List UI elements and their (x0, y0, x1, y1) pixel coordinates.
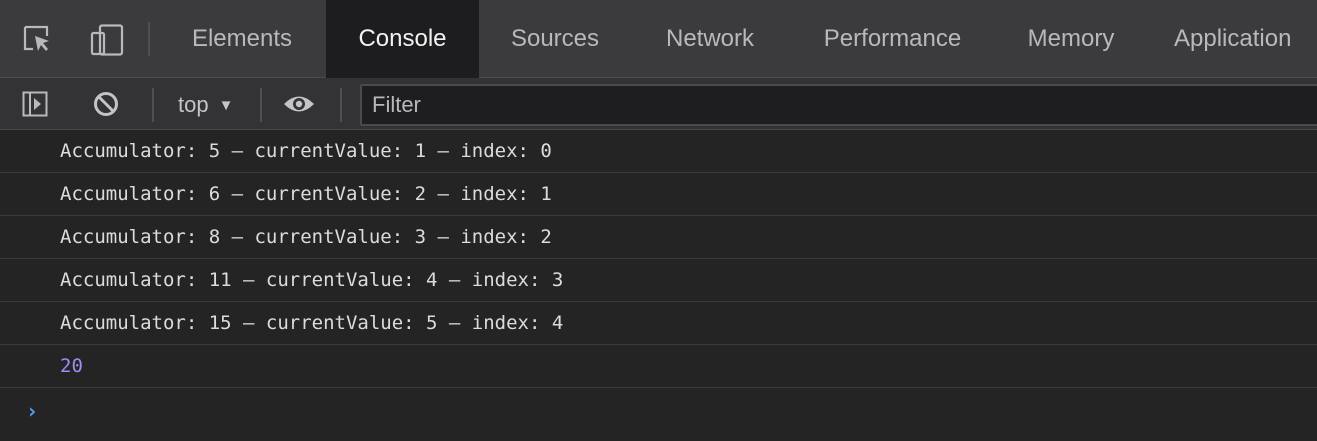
tab-network[interactable]: Network (640, 0, 780, 78)
tab-performance[interactable]: Performance (800, 0, 985, 78)
console-message: Accumulator: 15 – currentValue: 5 – inde… (0, 302, 1317, 345)
console-message: Accumulator: 8 – currentValue: 3 – index… (0, 216, 1317, 259)
console-toolbar: top ▼ Filter (0, 78, 1317, 130)
prompt-chevron-icon: › (26, 399, 39, 423)
device-toolbar-icon[interactable] (90, 24, 126, 56)
context-selector[interactable]: top ▼ (178, 88, 233, 122)
console-prompt-line[interactable]: › (0, 388, 1317, 434)
tab-console[interactable]: Console (326, 0, 479, 78)
toolbar-separator (260, 88, 262, 122)
tab-sources[interactable]: Sources (485, 0, 625, 78)
console-message: Accumulator: 5 – currentValue: 1 – index… (0, 130, 1317, 173)
context-label: top (178, 92, 209, 117)
toolbar-separator (340, 88, 342, 122)
tab-memory[interactable]: Memory (1006, 0, 1136, 78)
console-result: 20 (0, 345, 1317, 388)
tabbar-separator (148, 22, 150, 56)
filter-input[interactable]: Filter (360, 84, 1317, 126)
inspect-element-icon[interactable] (22, 24, 52, 54)
tab-elements[interactable]: Elements (170, 0, 314, 78)
console-message: Accumulator: 6 – currentValue: 2 – index… (0, 173, 1317, 216)
clear-console-icon[interactable] (92, 90, 120, 123)
console-output: Accumulator: 5 – currentValue: 1 – index… (0, 130, 1317, 434)
filter-placeholder: Filter (372, 92, 421, 117)
eye-icon[interactable] (282, 91, 316, 122)
tab-application[interactable]: Application (1160, 0, 1317, 78)
devtools-tabbar: Elements Console Sources Network Perform… (0, 0, 1317, 78)
show-sidebar-icon[interactable] (22, 91, 48, 122)
toolbar-separator (152, 88, 154, 122)
console-message: Accumulator: 11 – currentValue: 4 – inde… (0, 259, 1317, 302)
chevron-down-icon: ▼ (218, 96, 234, 114)
devtools-window: Elements Console Sources Network Perform… (0, 0, 1317, 441)
